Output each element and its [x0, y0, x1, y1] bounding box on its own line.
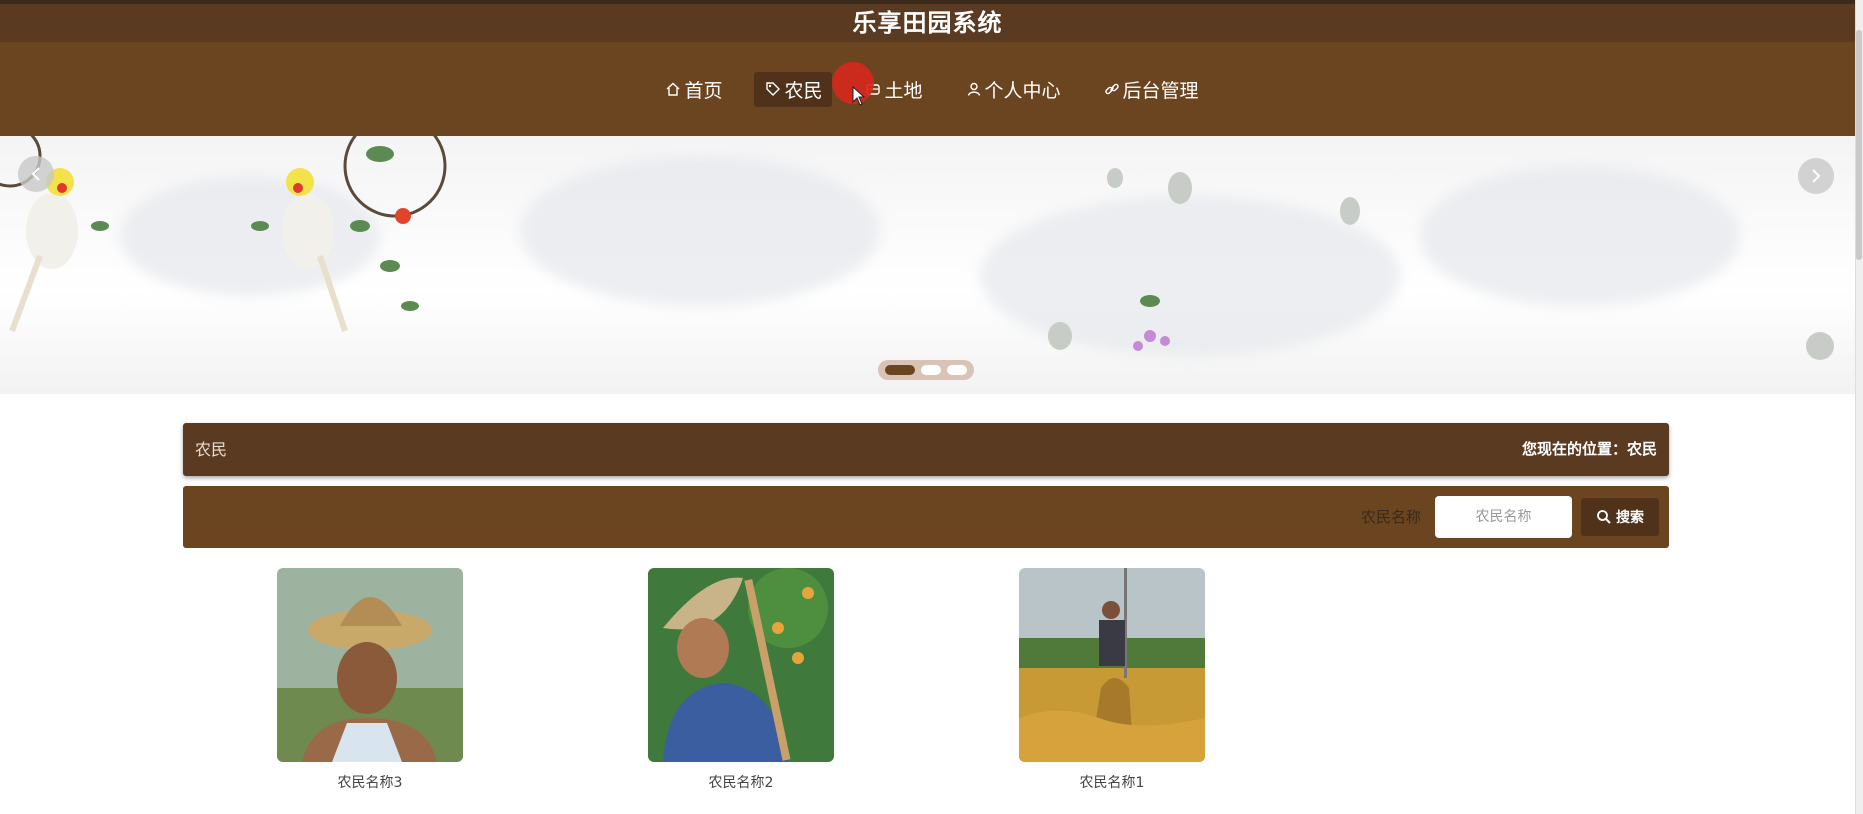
nav-item-home[interactable]: 首页 [654, 72, 732, 107]
home-icon [664, 80, 682, 98]
nav-item-farmer[interactable]: 农民 [754, 71, 833, 107]
page-title: 农民 [195, 440, 228, 459]
breadcrumb: 农民 您现在的位置：农民 [183, 423, 1669, 476]
farmer-name[interactable]: 农民名称2 [648, 772, 834, 792]
site-title: 乐享田园系统 [852, 9, 1003, 37]
nav-item-label: 后台管理 [1122, 79, 1199, 102]
main-nav: 首页 农民 土地 个人中心 后台管理 [0, 42, 1855, 136]
carousel-dot[interactable] [947, 365, 967, 375]
search-button-label: 搜索 [1616, 510, 1644, 526]
search-label: 农民名称 [1361, 508, 1422, 526]
farmer-photo[interactable] [277, 568, 463, 762]
nav-item-label: 土地 [884, 79, 923, 102]
current-location: 您现在的位置：农民 [1521, 440, 1657, 458]
carousel-indicators [878, 360, 974, 380]
banner-next-button[interactable] [1798, 158, 1834, 194]
nav-item-admin[interactable]: 后台管理 [1093, 72, 1209, 107]
farmer-photo[interactable] [648, 568, 834, 762]
nav-item-profile[interactable]: 个人中心 [955, 72, 1071, 107]
farmer-photo[interactable] [1019, 568, 1205, 762]
banner-image [0, 136, 1834, 360]
search-bar: 农民名称 搜索 [183, 486, 1669, 548]
tag-icon [764, 80, 782, 98]
scrollbar-thumb[interactable] [1856, 30, 1862, 260]
search-button[interactable]: 搜索 [1581, 498, 1659, 536]
banner-prev-button[interactable] [18, 156, 54, 192]
nav-item-label: 个人中心 [984, 79, 1061, 102]
search-input[interactable] [1435, 496, 1572, 538]
banner-carousel[interactable] [0, 136, 1855, 394]
farmer-name[interactable]: 农民名称3 [277, 772, 463, 792]
mouse-cursor-icon [852, 86, 866, 106]
farmer-card[interactable]: 农民名称1 [1019, 568, 1205, 792]
farmer-card[interactable]: 农民名称3 [277, 568, 463, 792]
site-header: 乐享田园系统 [0, 4, 1855, 42]
carousel-dot[interactable] [921, 365, 941, 375]
nav-item-label: 农民 [784, 79, 823, 102]
nav-item-label: 首页 [684, 79, 723, 102]
user-icon [965, 80, 983, 98]
carousel-dot[interactable] [885, 365, 915, 375]
farmer-card[interactable]: 农民名称2 [648, 568, 834, 792]
search-icon [1597, 510, 1611, 524]
link-icon [1103, 80, 1121, 98]
farmer-name[interactable]: 农民名称1 [1019, 772, 1205, 792]
